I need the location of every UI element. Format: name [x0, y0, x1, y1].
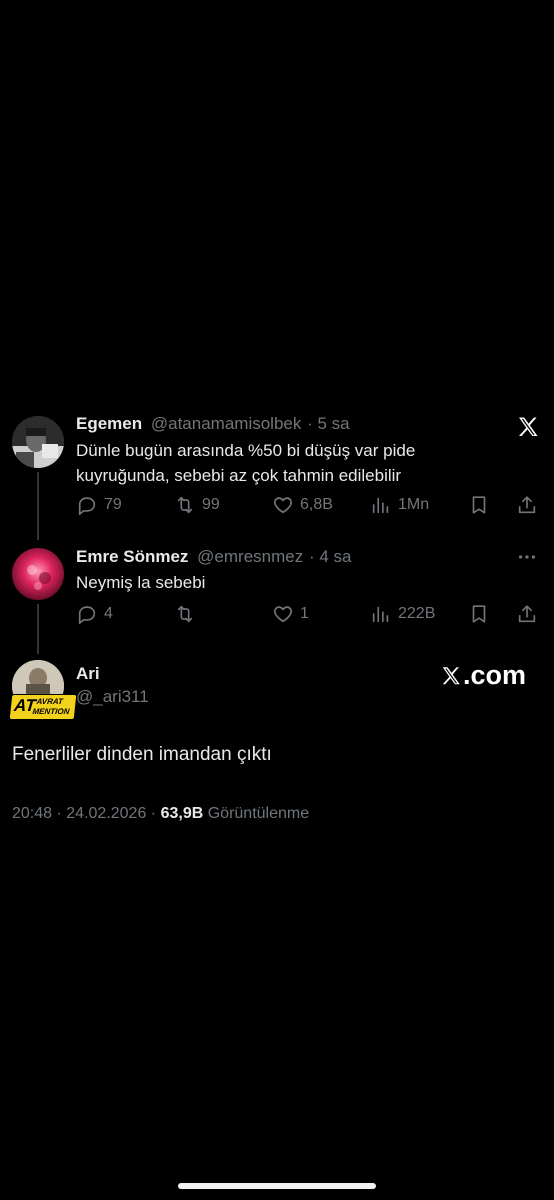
like-icon [274, 606, 292, 623]
user-name[interactable]: Egemen [76, 414, 142, 433]
more-button[interactable] [516, 546, 538, 568]
like-count: 6,8B [300, 496, 333, 513]
bookmark-icon [472, 605, 486, 623]
thread-line-2 [37, 604, 39, 654]
views-label: Görüntülenme [207, 805, 310, 822]
retweet-icon [177, 605, 193, 623]
reply-button[interactable]: 4 [76, 603, 113, 625]
views-button[interactable]: 222B [370, 603, 435, 625]
x-logo-icon [442, 666, 460, 684]
bookmark-icon [472, 496, 486, 514]
reply-icon [78, 497, 96, 515]
like-button[interactable]: 1 [272, 603, 309, 625]
avatar-badge-sub2: MENTION [32, 707, 70, 716]
tweet-text: Neymiş la sebebi [76, 573, 206, 592]
tweet-header: Egemen @atanamamisolbek · 5 sa [76, 414, 350, 434]
reply-count: 79 [104, 496, 122, 513]
more-icon [518, 555, 536, 559]
main-user-handle[interactable]: @_ari311 [76, 687, 149, 707]
avatar-egemen[interactable] [12, 416, 64, 468]
like-button[interactable]: 6,8B [272, 494, 333, 516]
main-user-name[interactable]: Ari [76, 664, 100, 684]
tweet-time: 20:48 [12, 805, 53, 822]
avatar-badge-sub1: AVRAT [36, 697, 64, 706]
tweet-time: · 4 sa [308, 547, 352, 566]
share-button[interactable] [516, 603, 538, 625]
reply-count: 4 [104, 605, 113, 622]
tweet-time: · 5 sa [307, 414, 350, 433]
tweet-text: Dünle bugün arasında %50 bi düşüş var pi… [76, 438, 415, 488]
views-count: 222B [398, 605, 436, 622]
retweet-button[interactable] [174, 603, 202, 625]
bookmark-button[interactable] [468, 494, 490, 516]
reply-button[interactable]: 79 [76, 494, 122, 516]
bookmark-button[interactable] [468, 603, 490, 625]
tweet-header: Emre Sönmez @emresnmez · 4 sa [76, 547, 352, 567]
views-button[interactable]: 1Mn [370, 494, 429, 516]
tweet-text-line: Dünle bugün arasında %50 bi düşüş var pi… [76, 441, 416, 460]
tweet-meta: 20:48 · 24.02.2026 · 63,9B Görüntülenme [12, 805, 309, 823]
retweet-count: 99 [202, 496, 220, 513]
like-icon [274, 497, 292, 514]
tweet-date: · 24.02.2026 · [56, 805, 157, 822]
views-icon [372, 606, 389, 623]
user-name[interactable]: Emre Sönmez [76, 547, 188, 566]
views-icon [372, 497, 389, 514]
xcom-watermark: .com [440, 660, 526, 691]
share-icon [518, 496, 536, 514]
share-icon [518, 605, 536, 623]
like-count: 1 [300, 605, 309, 622]
retweet-button[interactable]: 99 [174, 494, 220, 516]
retweet-icon [177, 496, 193, 514]
home-indicator[interactable] [178, 1183, 376, 1189]
user-handle[interactable]: @atanamamisolbek [151, 414, 302, 433]
share-button[interactable] [516, 494, 538, 516]
reply-icon [78, 606, 96, 624]
avatar-emre[interactable] [12, 548, 64, 600]
avatar-badge: AT AVRAT MENTION [8, 694, 78, 720]
thread-line-1 [37, 472, 39, 540]
tweet-text-line: kuyruğunda, sebebi az çok tahmin edilebi… [76, 466, 402, 485]
user-handle[interactable]: @emresnmez [197, 547, 303, 566]
main-tweet-text: Fenerliler dinden imandan çıktı [12, 744, 272, 765]
views-count: 1Mn [398, 496, 430, 513]
x-logo-icon [516, 415, 540, 439]
views-count: 63,9B [160, 805, 204, 822]
xcom-text: .com [463, 660, 527, 690]
